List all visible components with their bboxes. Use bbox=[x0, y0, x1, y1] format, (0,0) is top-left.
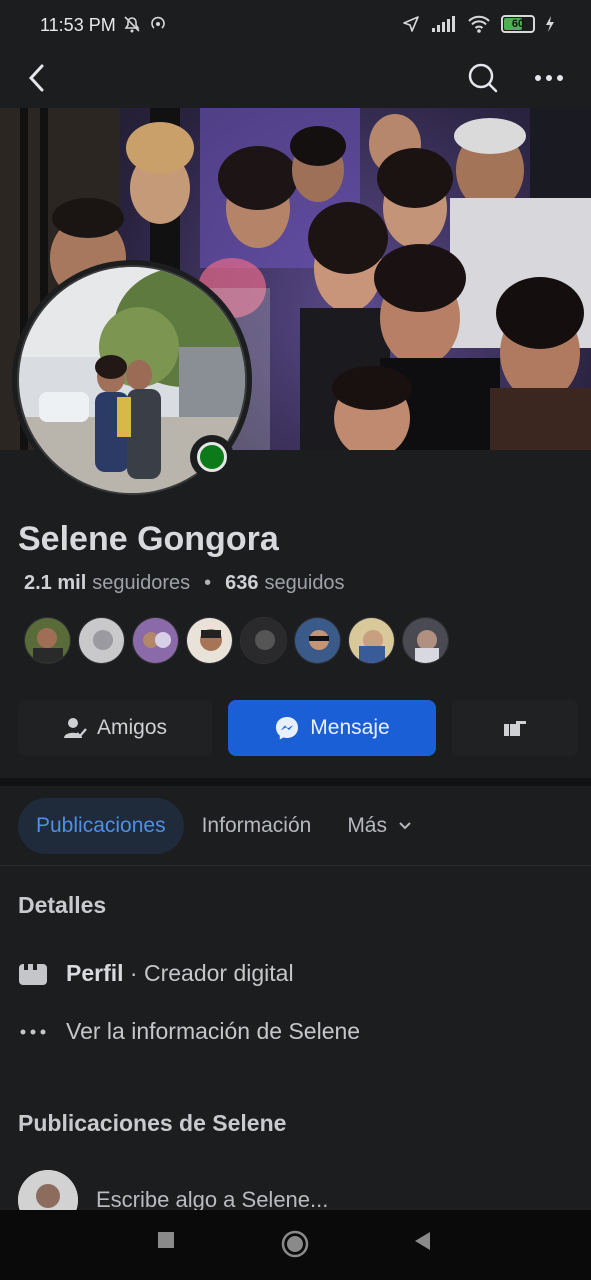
ellipsis-icon bbox=[20, 1029, 46, 1034]
profile-stats: 2.1 mil seguidores • 636 seguidos bbox=[24, 572, 345, 595]
posts-title: Publicaciones de Selene bbox=[18, 1110, 287, 1136]
tabs-divider bbox=[0, 865, 591, 866]
friends-button-label: Amigos bbox=[96, 716, 168, 739]
following-label[interactable]: seguidos bbox=[265, 572, 345, 595]
hotspot-icon bbox=[151, 16, 165, 29]
wifi-icon bbox=[468, 15, 490, 33]
status-icons-left bbox=[122, 14, 168, 34]
detail-profile-value: · Creador digital bbox=[129, 960, 294, 986]
following-count[interactable]: 636 bbox=[225, 572, 258, 595]
tab-mas-label: Más bbox=[347, 814, 387, 837]
chevron-left-icon bbox=[28, 64, 44, 92]
tab-mas[interactable]: Más bbox=[329, 798, 431, 854]
section-divider bbox=[0, 778, 591, 786]
detail-profile-label: Perfil bbox=[66, 960, 124, 986]
location-arrow-icon bbox=[403, 16, 419, 32]
back-nav-icon[interactable] bbox=[412, 1230, 432, 1252]
friends-button[interactable]: Amigos bbox=[18, 700, 212, 756]
followers-label[interactable]: seguidores bbox=[92, 572, 190, 595]
tab-publicaciones[interactable]: Publicaciones bbox=[18, 798, 184, 854]
friend-avatar[interactable] bbox=[132, 617, 179, 664]
clapperboard-icon bbox=[19, 963, 47, 985]
status-time: 11:53 PM bbox=[40, 15, 116, 35]
mutual-friends-row bbox=[24, 617, 449, 664]
friend-avatar[interactable] bbox=[24, 617, 71, 664]
search-button[interactable] bbox=[465, 60, 501, 96]
charging-bolt-icon bbox=[546, 16, 554, 32]
bell-off-icon bbox=[124, 16, 140, 33]
back-button[interactable] bbox=[20, 60, 56, 96]
tab-informacion[interactable]: Información bbox=[184, 798, 330, 854]
friend-avatar[interactable] bbox=[186, 617, 233, 664]
see-info-link[interactable]: Ver la información de Selene bbox=[18, 1018, 360, 1045]
friend-avatar[interactable] bbox=[240, 617, 287, 664]
friends-check-icon bbox=[63, 718, 87, 738]
recent-apps-icon[interactable] bbox=[156, 1230, 176, 1250]
detail-profile-type: Perfil · Creador digital bbox=[18, 960, 294, 987]
status-icons-right: 60 bbox=[401, 14, 555, 34]
more-actions-button[interactable] bbox=[452, 700, 578, 756]
profile-tabs: Publicaciones Información Más bbox=[18, 798, 431, 854]
signal-icon bbox=[432, 16, 455, 32]
friend-avatar[interactable] bbox=[348, 617, 395, 664]
profile-name: Selene Gongora bbox=[18, 520, 279, 558]
friend-avatar[interactable] bbox=[294, 617, 341, 664]
separator-dot: • bbox=[204, 572, 212, 594]
ellipsis-icon bbox=[535, 75, 563, 81]
see-info-label: Ver la información de Selene bbox=[66, 1018, 361, 1044]
more-options-button[interactable] bbox=[531, 60, 567, 96]
message-button[interactable]: Mensaje bbox=[228, 700, 436, 756]
status-bar: 11:53 PM 60 bbox=[0, 0, 591, 52]
top-navigation-bar bbox=[0, 52, 591, 108]
battery-level: 60 bbox=[511, 18, 525, 30]
online-status-indicator bbox=[190, 435, 234, 479]
friend-avatar[interactable] bbox=[78, 617, 125, 664]
search-icon bbox=[468, 63, 498, 93]
followers-count[interactable]: 2.1 mil bbox=[24, 572, 86, 595]
poke-hand-icon bbox=[504, 721, 526, 736]
message-button-label: Mensaje bbox=[310, 716, 390, 739]
friend-avatar[interactable] bbox=[402, 617, 449, 664]
messenger-icon bbox=[276, 717, 299, 740]
home-icon[interactable] bbox=[281, 1230, 309, 1258]
system-navigation-bar bbox=[0, 1210, 591, 1280]
profile-actions: Amigos Mensaje bbox=[18, 700, 578, 756]
chevron-down-icon bbox=[399, 822, 411, 830]
battery-indicator: 60 bbox=[501, 15, 535, 33]
details-title: Detalles bbox=[18, 892, 107, 918]
